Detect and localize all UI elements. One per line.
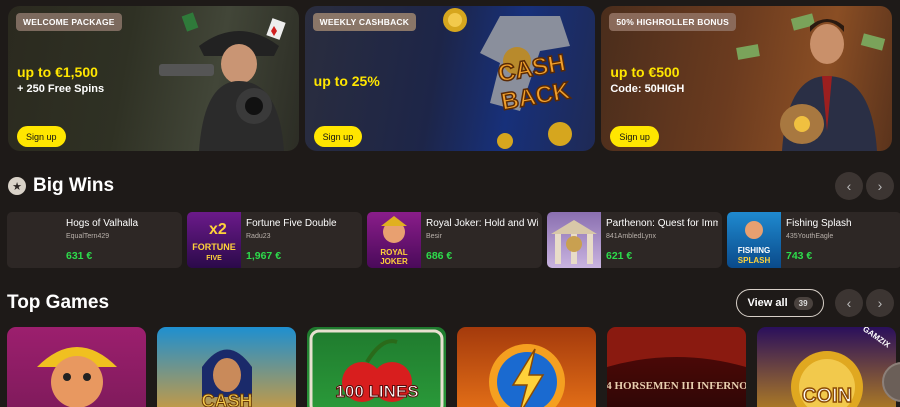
cleopatra-art: CASH bbox=[201, 349, 253, 407]
win-username: Radu23 bbox=[246, 233, 271, 240]
top-games-title: Top Games bbox=[7, 292, 110, 313]
banner-headline: up to €1,500 bbox=[17, 64, 98, 80]
top-games-heading: Top Games bbox=[7, 292, 109, 314]
coin-art: COIN GAMZIX bbox=[791, 327, 892, 407]
lightning-art bbox=[489, 344, 565, 407]
signup-button[interactable]: Sign up bbox=[610, 126, 659, 147]
game-thumbnail bbox=[547, 212, 601, 268]
win-username: Besir bbox=[426, 233, 442, 240]
banner-badge: WELCOME PACKAGE bbox=[16, 13, 122, 31]
thumb-text: FIVE bbox=[206, 255, 222, 262]
cherries-art: 100 LINES bbox=[309, 329, 444, 407]
banner-badge: 50% HIGHROLLER BONUS bbox=[609, 13, 736, 31]
top-games-next-button[interactable]: › bbox=[866, 289, 894, 317]
win-amount: 621 € bbox=[606, 250, 633, 262]
big-wins-title: Big Wins bbox=[33, 175, 115, 196]
big-wins-heading: ★ Big Wins bbox=[8, 175, 114, 197]
signup-button[interactable]: Sign up bbox=[313, 126, 363, 147]
thumb-text: JOKER bbox=[380, 257, 408, 266]
win-amount: 631 € bbox=[66, 250, 93, 262]
thumb-text: FISHING bbox=[738, 246, 770, 255]
win-username: 435YouthEagle bbox=[786, 233, 834, 240]
game-tile[interactable]: COIN GAMZIX bbox=[757, 327, 896, 407]
big-win-item[interactable]: Hogs of Valhalla EqualTern429 631 € bbox=[7, 212, 182, 268]
big-win-item[interactable]: ROYAL JOKER Royal Joker: Hold and Win Be… bbox=[367, 212, 542, 268]
game-tile[interactable]: 100 LINES bbox=[307, 327, 446, 407]
game-thumbnail: x2 FORTUNE FIVE bbox=[187, 212, 241, 268]
win-amount: 1,967 € bbox=[246, 250, 282, 262]
win-game-name: Royal Joker: Hold and Win bbox=[426, 218, 538, 229]
game-art-text: 100 LINES bbox=[335, 382, 418, 401]
win-game-name: Parthenon: Quest for Immortality bbox=[606, 218, 718, 229]
game-thumbnail: FISHING SPLASH bbox=[727, 212, 781, 268]
game-art-text: CASH bbox=[201, 391, 252, 407]
view-all-label: View all bbox=[747, 297, 788, 309]
game-tile[interactable] bbox=[7, 327, 146, 407]
chevron-left-icon: ‹ bbox=[846, 178, 852, 194]
game-tile[interactable]: 4 HORSEMEN III INFERNO bbox=[607, 327, 746, 407]
top-games-prev-button[interactable]: ‹ bbox=[835, 289, 863, 317]
big-wins-next-button[interactable]: › bbox=[866, 172, 894, 200]
chevron-left-icon: ‹ bbox=[846, 295, 852, 311]
banner-badge: WEEKLY CASHBACK bbox=[312, 13, 417, 31]
win-amount: 743 € bbox=[786, 250, 813, 262]
game-thumbnail: ROYAL JOKER bbox=[367, 212, 421, 268]
signup-button[interactable]: Sign up bbox=[17, 126, 66, 147]
banner-headline: up to €500 bbox=[610, 64, 680, 80]
big-win-item[interactable]: Parthenon: Quest for Immortality 841Ambl… bbox=[547, 212, 722, 268]
game-art-text: 4 HORSEMEN III INFERNO bbox=[607, 380, 746, 392]
highroller-illustration bbox=[736, 13, 886, 151]
banner-headline: up to 25% bbox=[313, 73, 380, 89]
game-tile[interactable] bbox=[457, 327, 596, 407]
games-count-badge: 39 bbox=[793, 296, 813, 310]
chevron-right-icon: › bbox=[877, 178, 883, 194]
big-win-item[interactable]: x2 FORTUNE FIVE Fortune Five Double Radu… bbox=[187, 212, 362, 268]
game-thumbnail bbox=[7, 212, 61, 268]
top-games-list: CASH 100 LINES 4 HORSEMEN III INFERNO CO… bbox=[7, 327, 900, 407]
win-game-name: Hogs of Valhalla bbox=[66, 218, 139, 229]
win-username: EqualTern429 bbox=[66, 233, 110, 240]
gangster-illustration bbox=[158, 12, 286, 151]
thumb-text: ROYAL bbox=[380, 248, 407, 257]
provider-brand: GAMZIX bbox=[861, 327, 892, 350]
win-username: 841AmbledLynx bbox=[606, 233, 656, 240]
promo-banner-cashback[interactable]: CASH BACK WEEKLY CASHBACK up to 25% Sign… bbox=[304, 6, 596, 151]
promo-banners: WELCOME PACKAGE up to €1,500 + 250 Free … bbox=[8, 6, 893, 151]
thumb-text: SPLASH bbox=[738, 256, 771, 265]
revolver-cashback-illustration: CASH BACK bbox=[443, 8, 574, 149]
win-game-name: Fortune Five Double bbox=[246, 218, 337, 229]
game-tile[interactable]: CASH bbox=[157, 327, 296, 407]
banner-subtitle: Code: 50HIGH bbox=[610, 83, 685, 95]
banner-subtitle: + 250 Free Spins bbox=[17, 83, 105, 95]
big-win-item[interactable]: FISHING SPLASH Fishing Splash 435YouthEa… bbox=[727, 212, 900, 268]
game-art-text: COIN bbox=[802, 385, 852, 407]
promo-banner-welcome[interactable]: WELCOME PACKAGE up to €1,500 + 250 Free … bbox=[8, 6, 299, 151]
horsemen-art: 4 HORSEMEN III INFERNO bbox=[607, 327, 746, 392]
star-icon: ★ bbox=[8, 177, 26, 195]
win-game-name: Fishing Splash bbox=[786, 218, 852, 229]
chevron-right-icon: › bbox=[877, 295, 883, 311]
thumb-text: FORTUNE bbox=[192, 242, 236, 252]
joker-art bbox=[37, 347, 117, 407]
win-amount: 686 € bbox=[426, 250, 453, 262]
promo-banner-highroller[interactable]: 50% HIGHROLLER BONUS up to €500 Code: 50… bbox=[601, 6, 893, 151]
view-all-button[interactable]: View all 39 bbox=[736, 289, 824, 317]
thumb-text: x2 bbox=[209, 221, 227, 238]
big-wins-list: Hogs of Valhalla EqualTern429 631 € x2 F… bbox=[7, 212, 900, 268]
big-wins-prev-button[interactable]: ‹ bbox=[835, 172, 863, 200]
